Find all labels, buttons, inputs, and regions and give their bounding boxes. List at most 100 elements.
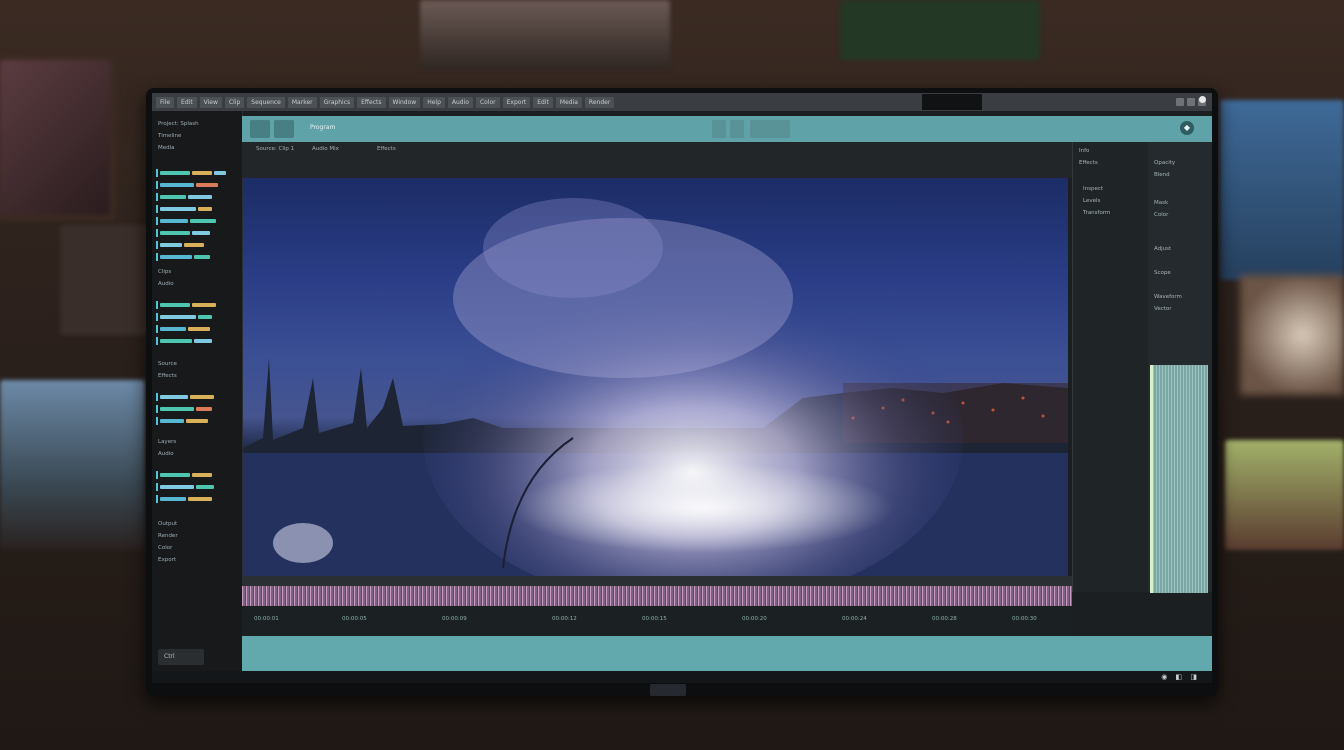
- track-row[interactable]: [156, 483, 238, 491]
- track-row[interactable]: [156, 337, 238, 345]
- pointer-tool-icon[interactable]: [250, 120, 270, 138]
- status-bar: ◉ ◧ ◨: [152, 671, 1212, 683]
- menu-item[interactable]: Media: [555, 96, 582, 108]
- track-row[interactable]: [156, 253, 238, 261]
- info-item[interactable]: Effects: [377, 146, 396, 152]
- close-icon[interactable]: [1199, 96, 1206, 103]
- menu-item[interactable]: Graphics: [319, 96, 355, 108]
- editor-screen: File Edit View Clip Sequence Marker Grap…: [152, 93, 1212, 683]
- video-viewer[interactable]: [243, 178, 1068, 576]
- menu-item[interactable]: Edit: [533, 96, 553, 108]
- settings-item[interactable]: Color: [1154, 212, 1168, 218]
- background-poster: [1220, 100, 1344, 280]
- panel-label[interactable]: Output: [158, 521, 177, 527]
- menu-item[interactable]: Render: [584, 96, 615, 108]
- scope-item[interactable]: Waveform: [1154, 294, 1182, 300]
- shield-icon[interactable]: ◆: [1180, 121, 1194, 135]
- panel-label[interactable]: Media: [158, 145, 175, 151]
- settings-item[interactable]: Adjust: [1154, 246, 1171, 252]
- timecode-label: 00:00:15: [642, 616, 667, 622]
- meter-edge: [1150, 365, 1153, 593]
- right-panel-inspector: Info Effects Inspect Levels Transform: [1072, 142, 1149, 592]
- scope-item[interactable]: Vector: [1154, 306, 1172, 312]
- panel-label[interactable]: Source: [158, 361, 177, 367]
- menu-item[interactable]: View: [199, 96, 222, 108]
- panel-label[interactable]: Export: [158, 557, 176, 563]
- status-icons[interactable]: ◉ ◧ ◨: [1161, 673, 1200, 681]
- menu-item[interactable]: Color: [475, 96, 500, 108]
- menu-item[interactable]: Audio: [447, 96, 473, 108]
- toolbar: Program ◆: [242, 116, 1212, 142]
- panel-label[interactable]: Timeline: [158, 133, 181, 139]
- settings-item[interactable]: Opacity: [1154, 160, 1175, 166]
- timeline-track[interactable]: [242, 636, 1212, 671]
- menu-item[interactable]: File: [156, 96, 175, 108]
- left-panel: Project: Splash Timeline Media Clips Aud…: [152, 111, 243, 683]
- background-picture-frame: [0, 60, 110, 215]
- pen-tool-icon[interactable]: [274, 120, 294, 138]
- ctrl-button[interactable]: Ctrl: [158, 649, 204, 665]
- track-row[interactable]: [156, 313, 238, 321]
- timecode-label: 00:00:20: [742, 616, 767, 622]
- toolbar-label: Program: [310, 124, 336, 131]
- menu-item[interactable]: Marker: [287, 96, 317, 108]
- track-row[interactable]: [156, 205, 238, 213]
- audio-level-meter: [1150, 365, 1208, 593]
- panel-label[interactable]: Color: [158, 545, 172, 551]
- menu-item[interactable]: Edit: [177, 96, 197, 108]
- menu-item[interactable]: Help: [423, 96, 445, 108]
- track-row[interactable]: [156, 241, 238, 249]
- inspector-item[interactable]: Info: [1079, 148, 1089, 154]
- background-screen: [840, 0, 1040, 60]
- inspector-item[interactable]: Levels: [1083, 198, 1100, 204]
- timecode-label: 00:00:12: [552, 616, 577, 622]
- track-row[interactable]: [156, 471, 238, 479]
- background-monitor: [420, 0, 670, 70]
- play-icon[interactable]: [712, 120, 726, 138]
- panel-label[interactable]: Effects: [158, 373, 177, 379]
- maximize-icon[interactable]: [1187, 98, 1195, 106]
- track-row[interactable]: [156, 169, 238, 177]
- panel-label[interactable]: Audio: [158, 451, 174, 457]
- panel-label[interactable]: Audio: [158, 281, 174, 287]
- menu-item[interactable]: Sequence: [247, 96, 285, 108]
- timecode-label: 00:00:30: [1012, 616, 1037, 622]
- menu-item[interactable]: Export: [502, 96, 531, 108]
- track-row[interactable]: [156, 217, 238, 225]
- minimize-icon[interactable]: [1176, 98, 1184, 106]
- menu-item[interactable]: Effects: [357, 96, 386, 108]
- menu-dark-area: [922, 94, 982, 110]
- track-row[interactable]: [156, 181, 238, 189]
- scope-item[interactable]: Scope: [1154, 270, 1171, 276]
- timecode-label: 00:00:28: [932, 616, 957, 622]
- timecode-field[interactable]: [750, 120, 790, 138]
- menu-bar: File Edit View Clip Sequence Marker Grap…: [152, 93, 1212, 111]
- track-row[interactable]: [156, 393, 238, 401]
- stop-icon[interactable]: [730, 120, 744, 138]
- info-item[interactable]: Audio Mix: [312, 146, 339, 152]
- track-row[interactable]: [156, 417, 238, 425]
- background-frame: [1225, 440, 1344, 550]
- track-row[interactable]: [156, 405, 238, 413]
- inspector-item[interactable]: Inspect: [1083, 186, 1103, 192]
- inspector-item[interactable]: Effects: [1079, 160, 1098, 166]
- inspector-item[interactable]: Transform: [1083, 210, 1110, 216]
- timeline-ruler[interactable]: 00:00:01 00:00:05 00:00:09 00:00:12 00:0…: [242, 606, 1072, 636]
- settings-item[interactable]: Blend: [1154, 172, 1170, 178]
- track-row[interactable]: [156, 301, 238, 309]
- track-row[interactable]: [156, 325, 238, 333]
- panel-label[interactable]: Clips: [158, 269, 171, 275]
- track-row[interactable]: [156, 193, 238, 201]
- info-item[interactable]: Source: Clip 1: [256, 146, 294, 152]
- track-row[interactable]: [156, 229, 238, 237]
- track-row[interactable]: [156, 495, 238, 503]
- audio-waveform[interactable]: [242, 586, 1072, 606]
- background-frame: [60, 225, 150, 335]
- timeline-header: [242, 576, 1072, 586]
- menu-item[interactable]: Clip: [224, 96, 245, 108]
- panel-label[interactable]: Layers: [158, 439, 176, 445]
- settings-item[interactable]: Mask: [1154, 200, 1168, 206]
- monitor: File Edit View Clip Sequence Marker Grap…: [146, 88, 1218, 696]
- menu-item[interactable]: Window: [388, 96, 421, 108]
- panel-label[interactable]: Render: [158, 533, 178, 539]
